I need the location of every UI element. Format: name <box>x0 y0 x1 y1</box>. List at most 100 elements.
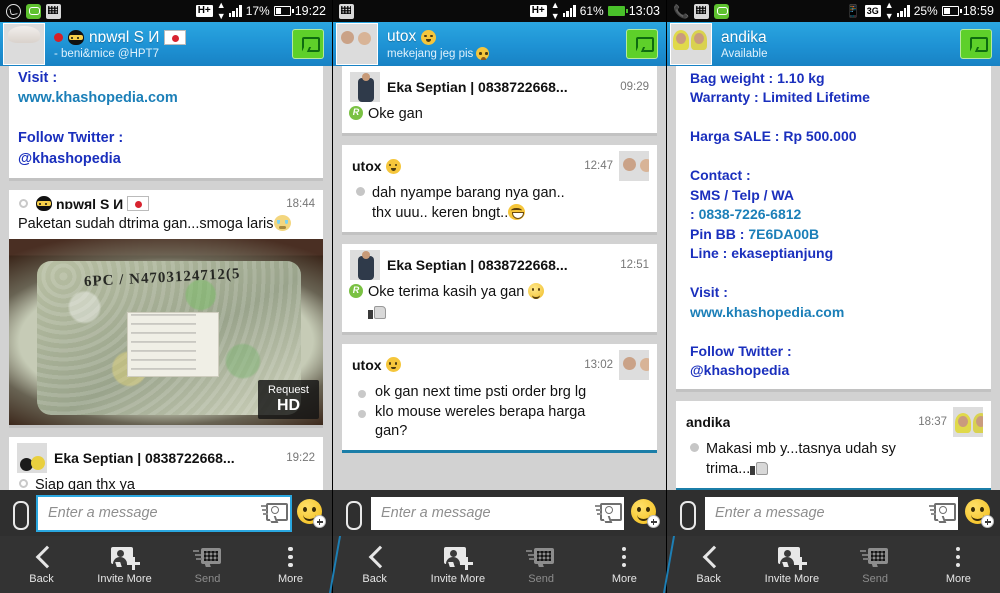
message-bubble[interactable]: Bag weight : 1.10 kg Warranty : Limited … <box>676 66 991 392</box>
invite-person-icon <box>443 545 473 571</box>
red-dot-icon <box>54 33 63 42</box>
message-input-1[interactable]: Enter a message <box>38 496 290 530</box>
message-line: klo mouse wereles berapa harga gan? <box>358 403 613 441</box>
message-line[interactable]: www.khashopedia.com <box>690 303 982 321</box>
nav-bar-1: Back Invite More Send More <box>0 536 332 593</box>
message-input-placeholder: Enter a message <box>381 505 491 521</box>
message-line: Visit : <box>690 284 728 301</box>
new-chat-button-2[interactable] <box>626 29 658 59</box>
plus-icon <box>313 515 326 528</box>
quick-message-icon[interactable] <box>261 502 288 523</box>
message-line: Line : ekaseptianjung <box>690 245 834 262</box>
nav-back-3[interactable]: Back <box>667 536 750 593</box>
message-line[interactable]: www.khashopedia.com <box>18 89 314 108</box>
attach-icon[interactable] <box>339 496 365 530</box>
quick-message-icon[interactable] <box>595 502 622 523</box>
message-bubble[interactable]: Eka Septian | 0838722668... 09:29 R Oke … <box>342 66 657 137</box>
emoji-add-button[interactable] <box>964 498 994 528</box>
network-type-label-1: H+ <box>195 5 213 17</box>
chat-header-2[interactable]: utox mekejang jeg pis <box>333 22 666 66</box>
read-status-icon <box>19 478 28 488</box>
message-header: Eka Septian | 0838722668... 12:51 <box>342 244 657 281</box>
message-line: SMS / Telp / WA <box>690 186 794 203</box>
avatar[interactable] <box>17 442 47 473</box>
nav-invite-more-3[interactable]: Invite More <box>750 536 833 593</box>
r-badge-icon: R <box>349 106 363 120</box>
message-line: @khashopedia <box>690 362 790 379</box>
attach-icon[interactable] <box>673 496 699 530</box>
surprised-emoji-icon <box>421 29 437 45</box>
nav-label: More <box>277 572 304 585</box>
emoji-add-button[interactable] <box>296 498 326 528</box>
message-bubble[interactable]: utox 13:02 ok gan next time psti order b… <box>342 343 657 453</box>
phone-number[interactable]: 0838-7226-6812 <box>699 206 802 222</box>
message-time: 12:51 <box>620 259 649 272</box>
line-icon <box>26 3 41 19</box>
avatar[interactable] <box>336 23 378 65</box>
nav-invite-more-2[interactable]: Invite More <box>416 536 499 593</box>
nav-back-2[interactable]: Back <box>333 536 416 593</box>
status-system-icons-2: H+ ▲ ▼ 61% 13:03 <box>529 0 660 22</box>
status-system-icons-3: 📱 3G ▲ ▼ 25% 18:59 <box>846 0 994 22</box>
new-chat-button-3[interactable] <box>960 29 992 59</box>
ninja-emoji-icon <box>36 196 52 212</box>
message-header: utox 12:47 <box>342 145 657 182</box>
message-bubble[interactable]: Eka Septian | 0838722668... 19:22 Siap g… <box>9 436 323 490</box>
chat-header-1[interactable]: nɒwяl S И - beni&mice @HPT7 <box>0 22 332 66</box>
back-chevron-icon <box>360 545 390 571</box>
nav-more-1[interactable]: More <box>249 536 332 593</box>
nav-label: More <box>945 572 971 585</box>
signal-bars-icon-3 <box>896 5 910 17</box>
message-bubble[interactable]: utox 12:47 dah nyampe barang nya gan.. t… <box>342 145 657 236</box>
data-arrows-icon-3: ▲ ▼ <box>884 0 894 21</box>
avatar[interactable] <box>953 406 983 437</box>
chat-header-3[interactable]: andika Available <box>667 22 1000 66</box>
message-line: Harga SALE : Rp 500.000 <box>690 128 857 145</box>
nav-bar-2: Back Invite More Send More <box>333 536 666 593</box>
chat-body-3[interactable]: Bag weight : 1.10 kg Warranty : Limited … <box>667 66 1000 490</box>
new-chat-button-1[interactable] <box>292 29 324 59</box>
attach-icon[interactable] <box>6 496 32 530</box>
message-header: utox 13:02 <box>342 344 657 380</box>
nav-send-1[interactable]: Send <box>166 536 249 593</box>
chat-body-2[interactable]: Eka Septian | 0838722668... 09:29 R Oke … <box>333 66 666 490</box>
invite-person-icon <box>110 545 140 571</box>
message-photo[interactable]: 6PC / N4703124712(5 Request HD <box>9 238 323 425</box>
avatar[interactable] <box>670 23 712 65</box>
message-input-2[interactable]: Enter a message <box>371 496 624 530</box>
signal-bars-icon-1 <box>228 5 242 17</box>
message-bubble[interactable]: nɒwяl S И 18:44 Paketan sudah dtrima gan… <box>9 189 323 428</box>
message-line: Warranty : Limited Lifetime <box>690 89 870 106</box>
nav-bar-3: Back Invite More Send More <box>667 536 1000 593</box>
nav-more-2[interactable]: More <box>583 536 666 593</box>
thumbs-up-icon <box>368 305 386 319</box>
message-input-placeholder: Enter a message <box>48 505 158 521</box>
emoji-add-button[interactable] <box>630 498 660 528</box>
message-input-3[interactable]: Enter a message <box>705 496 958 530</box>
avatar[interactable] <box>619 151 649 182</box>
crying-emoji-icon <box>273 214 291 231</box>
message-header: nɒwяl S И 18:44 <box>9 190 323 212</box>
network-type-label-3: 3G <box>864 5 881 17</box>
thumbs-up-icon <box>750 461 769 475</box>
nav-send-2[interactable]: Send <box>500 536 583 593</box>
phone-panel-1: H+ ▲ ▼ 17% 19:22 nɒwяl S И - beni&mice @H… <box>0 0 333 593</box>
status-notification-icons-2 <box>339 3 354 19</box>
message-bubble[interactable]: andika 18:37 Makasi mb y...tasnya udah s… <box>676 400 991 490</box>
avatar[interactable] <box>350 250 380 281</box>
nav-send-3[interactable]: Send <box>834 536 917 593</box>
avatar[interactable] <box>619 349 649 380</box>
avatar[interactable] <box>350 72 380 102</box>
message-bubble[interactable]: Visit : www.khashopedia.com Follow Twitt… <box>9 66 323 181</box>
message-sender: Eka Septian | 0838722668... <box>387 257 568 274</box>
read-status-icon <box>356 187 365 197</box>
message-bubble[interactable]: Eka Septian | 0838722668... 12:51 R Oke … <box>342 244 657 335</box>
nav-back-1[interactable]: Back <box>0 536 83 593</box>
pin-bb-value[interactable]: 7E6DA00B <box>748 226 819 242</box>
quick-message-icon[interactable] <box>929 502 956 523</box>
avatar[interactable] <box>3 23 45 65</box>
chat-body-1[interactable]: Visit : www.khashopedia.com Follow Twitt… <box>0 66 332 490</box>
nav-invite-more-1[interactable]: Invite More <box>83 536 166 593</box>
nav-more-3[interactable]: More <box>917 536 1000 593</box>
request-hd-button[interactable]: Request HD <box>258 379 319 419</box>
